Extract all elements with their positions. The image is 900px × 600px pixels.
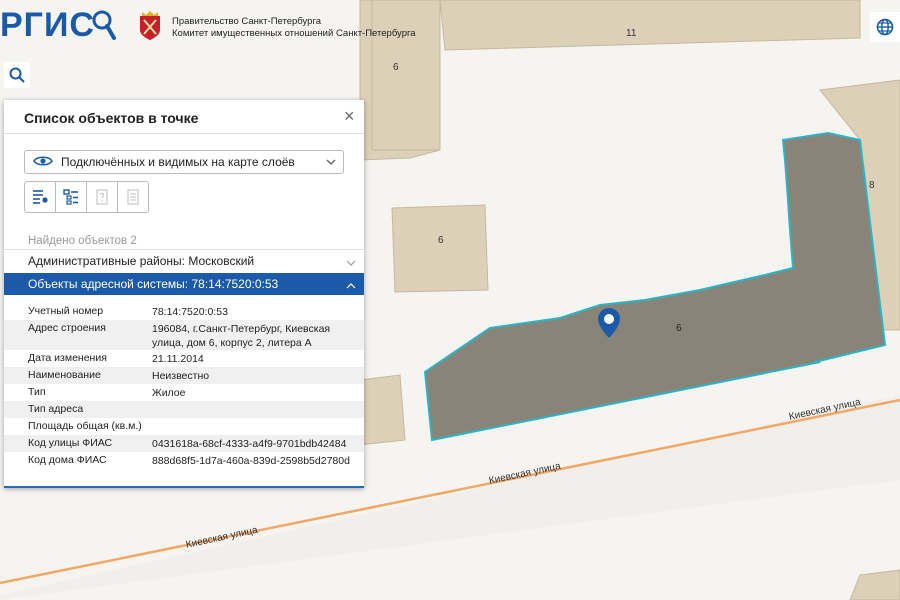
- government-line-1: Правительство Санкт-Петербурга: [172, 16, 321, 27]
- logo[interactable]: РГИС: [0, 6, 95, 45]
- attr-key: Код улицы ФИАС: [28, 437, 113, 449]
- attr-value: 78:14:7520:0:53: [152, 306, 228, 318]
- building-label: 6: [676, 323, 682, 334]
- table-row: Учетный номер 78:14:7520:0:53: [4, 303, 364, 320]
- attr-key: Тип адреса: [28, 403, 84, 415]
- admin-districts-label: Административные районы: Московский: [28, 254, 255, 268]
- attr-key: Тип: [28, 386, 46, 398]
- attr-value: Неизвестно: [152, 370, 210, 382]
- chevron-down-icon: [346, 255, 356, 273]
- building: [359, 374, 406, 446]
- table-row: Наименование Неизвестно: [4, 367, 364, 384]
- layers-select-value: Подключённых и видимых на карте слоёв: [61, 155, 295, 169]
- building-label: 6: [438, 235, 444, 246]
- list-tree-icon: [63, 189, 78, 205]
- divider: [4, 133, 364, 134]
- attr-key: Адрес строения: [28, 322, 106, 334]
- attr-value: 0431618a-68cf-4333-a4f9-9701bdb42484: [152, 438, 347, 450]
- panel-title: Список объектов в точке: [24, 110, 199, 126]
- address-objects-label: Объекты адресной системы: 78:14:7520:0:5…: [28, 277, 279, 291]
- attr-key: Площадь общая (кв.м.): [28, 420, 142, 432]
- attributes-table: Учетный номер 78:14:7520:0:53 Адрес стро…: [4, 303, 364, 469]
- table-row: Код улицы ФИАС 0431618a-68cf-4333-a4f9-9…: [4, 435, 364, 452]
- search-icon: [9, 67, 25, 83]
- layers-eye-icon: [33, 154, 53, 173]
- admin-districts-section[interactable]: Административные районы: Московский: [4, 249, 364, 272]
- chevron-down-icon: [325, 155, 337, 173]
- view-toolbar: [24, 181, 149, 213]
- attr-value: 196084, г.Санкт-Петербург, Киевская улиц…: [152, 323, 331, 349]
- found-count: Найдено объектов 2: [28, 235, 137, 247]
- objects-panel: Список объектов в точке × Подключённых и…: [4, 100, 364, 488]
- building-label: 6: [393, 62, 399, 73]
- attr-key: Код дома ФИАС: [28, 454, 107, 466]
- list-pin-button[interactable]: [24, 181, 56, 213]
- unknown-doc-button[interactable]: [86, 181, 118, 213]
- list-tree-button[interactable]: [55, 181, 87, 213]
- chevron-up-icon: [346, 278, 356, 296]
- list-pin-icon: [33, 190, 48, 204]
- attr-key: Дата изменения: [28, 352, 107, 364]
- table-row: Адрес строения 196084, г.Санкт-Петербург…: [4, 320, 364, 350]
- table-row: Тип Жилое: [4, 384, 364, 401]
- address-objects-section[interactable]: Объекты адресной системы: 78:14:7520:0:5…: [4, 273, 364, 295]
- table-row: Код дома ФИАС 888d68f5-1d7a-460a-839d-25…: [4, 452, 364, 469]
- globe-icon: [876, 18, 894, 36]
- building: [391, 204, 489, 293]
- layers-select[interactable]: Подключённых и видимых на карте слоёв: [24, 150, 344, 174]
- map-pin-icon[interactable]: [598, 308, 620, 343]
- search-button[interactable]: [4, 62, 30, 88]
- magnifier-logo-icon: [92, 6, 116, 51]
- language-button[interactable]: [870, 12, 900, 42]
- document-button[interactable]: [117, 181, 149, 213]
- government-caption: Правительство Санкт-Петербурга Комитет и…: [172, 16, 416, 40]
- header: РГИС Правительство Санкт-Петербурга Коми…: [0, 0, 420, 50]
- government-line-2: Комитет имущественных отношений Санкт-Пе…: [172, 28, 416, 39]
- table-row: Дата изменения 21.11.2014: [4, 350, 364, 367]
- question-doc-icon: [96, 189, 108, 205]
- attr-key: Наименование: [28, 369, 101, 381]
- close-icon[interactable]: ×: [344, 107, 355, 125]
- attr-value: Жилое: [152, 387, 186, 399]
- spb-emblem-icon: [138, 10, 162, 42]
- attr-key: Учетный номер: [28, 305, 104, 317]
- attr-value: 888d68f5-1d7a-460a-839d-2598b5d2780d: [152, 455, 350, 467]
- table-row: Площадь общая (кв.м.): [4, 418, 364, 435]
- document-icon: [127, 189, 139, 205]
- building-label: 8: [869, 180, 875, 191]
- table-row: Тип адреса: [4, 401, 364, 418]
- building-label: 11: [626, 28, 637, 39]
- attr-value: 21.11.2014: [152, 353, 204, 365]
